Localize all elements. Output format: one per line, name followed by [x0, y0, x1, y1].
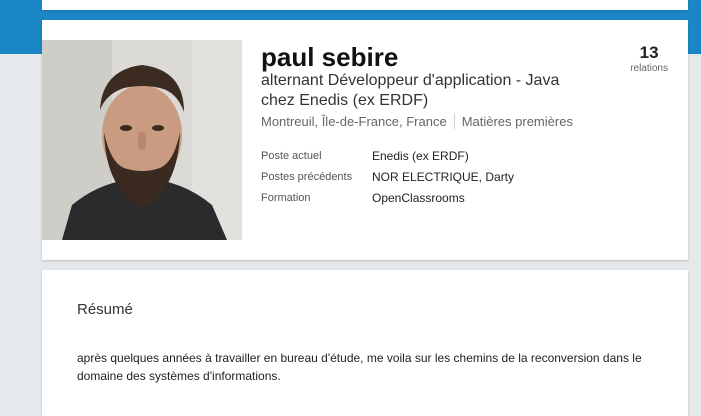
profile-name: paul sebire [261, 42, 399, 72]
detail-row-education: Formation OpenClassrooms [261, 187, 514, 208]
connections-label: relations [630, 63, 668, 74]
profile-details-table: Poste actuel Enedis (ex ERDF) Postes pré… [261, 145, 514, 208]
connections-count-block[interactable]: 13 relations [630, 44, 668, 75]
meta-divider [453, 113, 455, 129]
previous-card-edge [42, 0, 688, 10]
detail-value[interactable]: Enedis (ex ERDF) [372, 149, 469, 163]
detail-key: Postes précédents [261, 170, 353, 183]
profile-location[interactable]: Montreuil, Île-de-France, France [261, 114, 447, 129]
profile-card: paul sebire alternant Développeur d'appl… [42, 20, 688, 260]
detail-row-previous-positions: Postes précédents NOR ELECTRIQUE, Darty [261, 166, 514, 187]
summary-text: après quelques années à travailler en bu… [77, 351, 642, 383]
detail-value[interactable]: NOR ELECTRIQUE, Darty [372, 170, 514, 184]
summary-title: Résumé [77, 301, 133, 318]
connections-count: 13 [639, 43, 659, 62]
profile-photo[interactable] [42, 40, 242, 240]
summary-card: Résumé après quelques années à travaille… [42, 270, 688, 416]
profile-photo-image [42, 40, 242, 240]
profile-industry[interactable]: Matières premières [462, 114, 573, 129]
detail-key: Poste actuel [261, 149, 322, 162]
profile-meta: Montreuil, Île-de-France, France Matière… [261, 113, 573, 129]
detail-value[interactable]: OpenClassrooms [372, 191, 465, 205]
detail-key: Formation [261, 191, 311, 204]
detail-row-current-position: Poste actuel Enedis (ex ERDF) [261, 145, 514, 166]
profile-headline: alternant Développeur d'application - Ja… [261, 72, 560, 109]
